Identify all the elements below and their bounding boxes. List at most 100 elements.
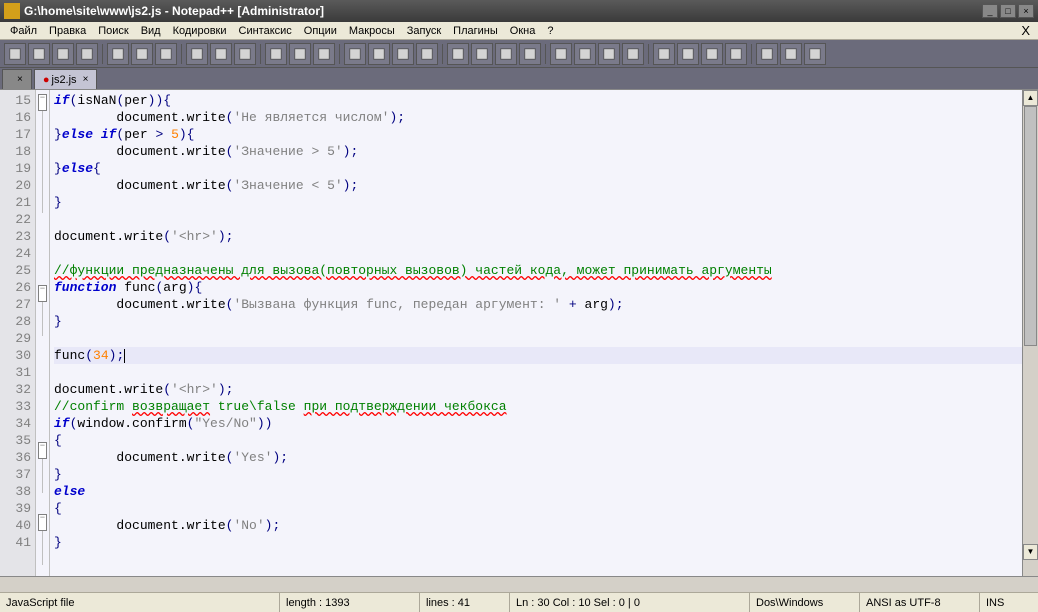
menu-view[interactable]: Вид: [135, 23, 167, 39]
code-line[interactable]: func(34);: [54, 347, 1022, 364]
fold-toggle-icon[interactable]: −: [38, 514, 47, 531]
code-area[interactable]: if(isNaN(per)){ document.write('Не являе…: [50, 90, 1022, 576]
code-line[interactable]: }: [54, 194, 1022, 211]
vertical-scrollbar[interactable]: ▲ ▼: [1022, 90, 1038, 576]
menu-options[interactable]: Опции: [298, 23, 343, 39]
uncomment-button[interactable]: [622, 43, 644, 65]
menu-macros[interactable]: Макросы: [343, 23, 401, 39]
show-all-icon: [475, 47, 489, 61]
doc-map-button[interactable]: [725, 43, 747, 65]
code-line[interactable]: }: [54, 534, 1022, 551]
code-line[interactable]: }else{: [54, 160, 1022, 177]
redo-button[interactable]: [289, 43, 311, 65]
print-icon: [159, 47, 173, 61]
save-button[interactable]: [52, 43, 74, 65]
save-all-icon: [80, 47, 94, 61]
copy-button[interactable]: [210, 43, 232, 65]
close-button[interactable]: [107, 43, 129, 65]
code-line[interactable]: if(window.confirm("Yes/No")): [54, 415, 1022, 432]
code-line[interactable]: [54, 364, 1022, 381]
replace-button[interactable]: [344, 43, 366, 65]
menu-syntax[interactable]: Синтаксис: [233, 23, 298, 39]
wordwrap-button[interactable]: [447, 43, 469, 65]
new-button[interactable]: [4, 43, 26, 65]
fold-toggle-icon[interactable]: −: [38, 442, 47, 459]
paste-button[interactable]: [234, 43, 256, 65]
code-line[interactable]: document.write('Значение < 5');: [54, 177, 1022, 194]
menu-edit[interactable]: Правка: [43, 23, 92, 39]
macro-record-button[interactable]: [653, 43, 675, 65]
code-line[interactable]: function func(arg){: [54, 279, 1022, 296]
code-line[interactable]: else: [54, 483, 1022, 500]
close-doc-x[interactable]: X: [1021, 23, 1030, 38]
zoom-out-button[interactable]: [392, 43, 414, 65]
zoom-in-button[interactable]: [368, 43, 390, 65]
menu-help[interactable]: ?: [541, 23, 559, 39]
scroll-down-icon[interactable]: ▼: [1023, 544, 1038, 560]
comment-button[interactable]: [598, 43, 620, 65]
code-line[interactable]: }: [54, 313, 1022, 330]
cut-button[interactable]: [186, 43, 208, 65]
code-line[interactable]: if(isNaN(per)){: [54, 92, 1022, 109]
maximize-button[interactable]: □: [1000, 4, 1016, 18]
show-all-button[interactable]: [471, 43, 493, 65]
code-line[interactable]: document.write('Не является числом');: [54, 109, 1022, 126]
code-line[interactable]: [54, 330, 1022, 347]
fold-button[interactable]: [550, 43, 572, 65]
tab-js2[interactable]: ● js2.js ×: [34, 69, 98, 89]
find-button[interactable]: [313, 43, 335, 65]
scroll-thumb[interactable]: [1024, 106, 1037, 346]
macro-stop-button[interactable]: [677, 43, 699, 65]
sync-button[interactable]: [416, 43, 438, 65]
fold-toggle-icon[interactable]: −: [38, 285, 47, 302]
func-list-button[interactable]: [756, 43, 778, 65]
code-line[interactable]: {: [54, 432, 1022, 449]
undo-button[interactable]: [265, 43, 287, 65]
outdent-button[interactable]: [519, 43, 541, 65]
menu-search[interactable]: Поиск: [92, 23, 134, 39]
tab-empty[interactable]: ×: [2, 69, 32, 89]
unfold-button[interactable]: [574, 43, 596, 65]
indent-button[interactable]: [495, 43, 517, 65]
fold-icon: [554, 47, 568, 61]
scroll-up-icon[interactable]: ▲: [1023, 90, 1038, 106]
code-line[interactable]: }: [54, 466, 1022, 483]
save-all-button[interactable]: [76, 43, 98, 65]
code-line[interactable]: //функции предназначены для вызова(повто…: [54, 262, 1022, 279]
fold-toggle-icon[interactable]: −: [38, 94, 47, 111]
redo-icon: [293, 47, 307, 61]
minimize-button[interactable]: _: [982, 4, 998, 18]
menu-file[interactable]: Файл: [4, 23, 43, 39]
spellcheck-button[interactable]: [780, 43, 802, 65]
tab-close-icon[interactable]: ×: [17, 74, 23, 85]
code-line[interactable]: document.write('<hr>');: [54, 228, 1022, 245]
status-lines: lines : 41: [420, 593, 510, 612]
macro-play-button[interactable]: [701, 43, 723, 65]
horizontal-scrollbar[interactable]: [0, 576, 1038, 592]
code-line[interactable]: [54, 211, 1022, 228]
code-line[interactable]: document.write('No');: [54, 517, 1022, 534]
menu-run[interactable]: Запуск: [401, 23, 447, 39]
window-titlebar: G:\home\site\www\js2.js - Notepad++ [Adm…: [0, 0, 1038, 22]
print-button[interactable]: [155, 43, 177, 65]
code-line[interactable]: document.write('<hr>');: [54, 381, 1022, 398]
code-line[interactable]: document.write('Вызвана функция func, пе…: [54, 296, 1022, 313]
code-line[interactable]: document.write('Yes');: [54, 449, 1022, 466]
status-filetype: JavaScript file: [0, 593, 280, 612]
open-button[interactable]: [28, 43, 50, 65]
menu-plugins[interactable]: Плагины: [447, 23, 504, 39]
editor: 1516171819202122232425262728293031323334…: [0, 90, 1038, 576]
close-button[interactable]: ×: [1018, 4, 1034, 18]
preferences-button[interactable]: [804, 43, 826, 65]
menu-windows[interactable]: Окна: [504, 23, 542, 39]
code-line[interactable]: [54, 245, 1022, 262]
code-line[interactable]: //confirm возвращает true\false при подт…: [54, 398, 1022, 415]
close-all-button[interactable]: [131, 43, 153, 65]
menu-encoding[interactable]: Кодировки: [167, 23, 233, 39]
tab-close-icon[interactable]: ×: [83, 74, 89, 85]
save-icon: [56, 47, 70, 61]
code-line[interactable]: document.write('Значение > 5');: [54, 143, 1022, 160]
code-line[interactable]: {: [54, 500, 1022, 517]
copy-icon: [214, 47, 228, 61]
code-line[interactable]: }else if(per > 5){: [54, 126, 1022, 143]
